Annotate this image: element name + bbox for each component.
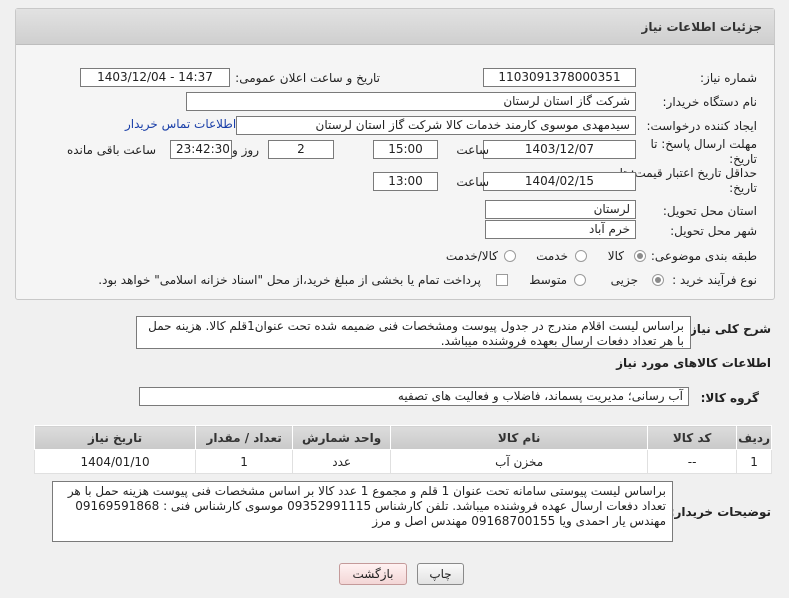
- reply-deadline-label-date: تاریخ:: [729, 152, 757, 166]
- delivery-province-field[interactable]: لرستان: [485, 200, 636, 219]
- cell-goods-name: مخزن آب: [390, 449, 649, 474]
- table-row[interactable]: 1 -- مخزن آب عدد 1 1404/01/10: [33, 449, 772, 474]
- announce-datetime-field[interactable]: 1403/12/04 - 14:37: [80, 68, 230, 87]
- purchase-process-label: نوع فرآیند خرید :: [672, 273, 757, 287]
- cell-quantity: 1: [195, 449, 294, 474]
- cell-goods-code: --: [647, 449, 738, 474]
- buyer-notes-field[interactable]: براساس لیست پیوستی سامانه تحت عنوان 1 قل…: [52, 481, 673, 542]
- reply-deadline-date-field[interactable]: 1403/12/07: [483, 140, 636, 159]
- col-need-date: تاریخ نیاز: [33, 425, 197, 450]
- price-validity-date-field[interactable]: 1404/02/15: [483, 172, 636, 191]
- process-radio-medium[interactable]: [574, 274, 586, 286]
- col-unit: واحد شمارش: [292, 425, 392, 450]
- col-quantity: تعداد / مقدار: [195, 425, 294, 450]
- remaining-time-field[interactable]: 23:42:30: [170, 140, 232, 159]
- delivery-city-label: شهر محل تحویل:: [670, 224, 757, 238]
- goods-group-field[interactable]: آب رسانی؛ مدیریت پسماند، فاضلاب و فعالیت…: [139, 387, 689, 406]
- requester-field[interactable]: سیدمهدی موسوی کارمند خدمات کالا شرکت گاز…: [236, 116, 636, 135]
- process-option-minor: جزیی: [610, 273, 638, 287]
- islamic-treasury-checkbox[interactable]: [496, 274, 508, 286]
- buyer-org-label: نام دستگاه خریدار:: [662, 95, 758, 109]
- cell-need-date: 1404/01/10: [33, 449, 197, 474]
- category-label: طبقه بندی موضوعی:: [650, 249, 757, 263]
- goods-table: ردیف کد کالا نام کالا واحد شمارش تعداد /…: [33, 425, 772, 474]
- buyer-org-field[interactable]: شرکت گاز استان لرستان: [186, 92, 636, 111]
- goods-info-title: اطلاعات کالاهای مورد نیاز: [616, 356, 771, 370]
- reply-deadline-label: مهلت ارسال پاسخ: تا: [650, 137, 757, 151]
- panel-title: جزئیات اطلاعات نیاز: [641, 20, 762, 34]
- back-button[interactable]: بازگشت: [339, 563, 407, 585]
- buyer-notes-label: توضیحات خریدار:: [669, 505, 771, 519]
- category-option-service: خدمت: [536, 249, 568, 263]
- days-label: روز و: [232, 143, 259, 157]
- delivery-province-label: استان محل تحویل:: [662, 204, 757, 218]
- col-goods-name: نام کالا: [390, 425, 649, 450]
- process-radio-minor[interactable]: [652, 274, 664, 286]
- category-radio-service[interactable]: [575, 250, 587, 262]
- goods-table-header: ردیف کد کالا نام کالا واحد شمارش تعداد /…: [33, 425, 772, 450]
- cell-unit: عدد: [292, 449, 392, 474]
- category-radio-goods-service[interactable]: [504, 250, 516, 262]
- col-goods-code: کد کالا: [647, 425, 738, 450]
- col-row-number: ردیف: [736, 425, 772, 450]
- delivery-city-field[interactable]: خرم آباد: [485, 220, 636, 239]
- category-option-goods: کالا: [607, 249, 624, 263]
- process-option-medium: متوسط: [529, 273, 567, 287]
- category-radio-goods[interactable]: [634, 250, 646, 262]
- price-validity-label: حداقل تاریخ اعتبار قیمت: تا: [619, 166, 757, 180]
- remaining-days-field[interactable]: 2: [268, 140, 334, 159]
- remaining-time-label: ساعت باقی مانده: [66, 143, 156, 157]
- cell-row-number: 1: [736, 449, 772, 474]
- print-button[interactable]: چاپ: [417, 563, 464, 585]
- reply-deadline-time-field[interactable]: 15:00: [373, 140, 438, 159]
- price-validity-time-field[interactable]: 13:00: [373, 172, 438, 191]
- requester-label: ایجاد کننده درخواست:: [646, 119, 757, 133]
- goods-group-label: گروه کالا:: [700, 391, 759, 405]
- price-validity-label-date: تاریخ:: [729, 181, 757, 195]
- announce-datetime-label: تاریخ و ساعت اعلان عمومی:: [235, 71, 380, 85]
- payment-note: پرداخت تمام یا بخشی از مبلغ خرید،از محل …: [98, 273, 481, 287]
- general-description-label: شرح کلی نیاز:: [685, 322, 771, 336]
- need-number-label: شماره نیاز:: [700, 71, 757, 85]
- need-number-field[interactable]: 1103091378000351: [483, 68, 636, 87]
- buyer-contact-link[interactable]: اطلاعات تماس خریدار: [125, 117, 236, 131]
- reply-deadline-time-label: ساعت: [456, 143, 489, 157]
- category-option-goods-service: کالا/خدمت: [445, 249, 498, 263]
- panel-header: جزئیات اطلاعات نیاز: [16, 9, 774, 45]
- general-description-field[interactable]: براساس لیست اقلام مندرج در جدول پیوست وم…: [136, 316, 691, 349]
- price-validity-time-label: ساعت: [456, 175, 489, 189]
